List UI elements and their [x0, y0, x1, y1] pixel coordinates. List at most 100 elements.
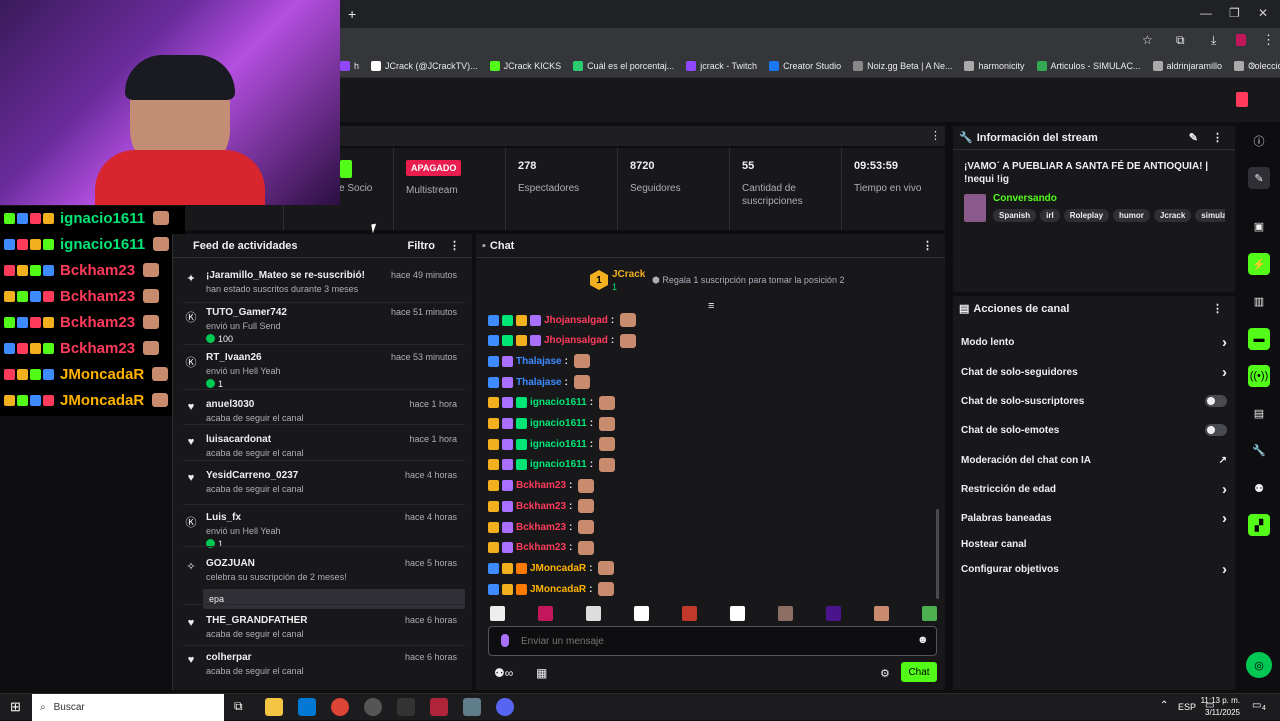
- filter-button[interactable]: Filtro: [408, 240, 436, 252]
- twitch-logo-icon[interactable]: [1236, 92, 1248, 107]
- stream-tag[interactable]: humor: [1113, 209, 1150, 222]
- clock[interactable]: 11:13 p. m. 3/11/2025: [1200, 695, 1240, 719]
- close-icon[interactable]: ✕: [1258, 6, 1268, 20]
- tray-chevron-icon[interactable]: ⌃: [1160, 700, 1168, 711]
- bookmark-item[interactable]: jcrack - Twitch: [686, 60, 757, 71]
- chat-message[interactable]: Jhojansalgad:: [488, 332, 637, 350]
- emote-quick-icon[interactable]: [922, 606, 937, 621]
- language-indicator[interactable]: ESP: [1178, 702, 1196, 712]
- chat-message[interactable]: Thalajase:: [488, 352, 590, 370]
- restore-icon[interactable]: ❐: [1229, 6, 1240, 20]
- activity-username[interactable]: GOZJUAN: [206, 558, 255, 569]
- activity-feed-item[interactable]: Ⓚ RT_Ivaan26 hace 53 minutos envió un Hell …: [185, 352, 467, 389]
- emote-quick-icon[interactable]: [538, 606, 553, 621]
- activity-username[interactable]: Luis_fx: [206, 512, 241, 523]
- chat-username[interactable]: Bckham23: [516, 501, 566, 512]
- download-icon[interactable]: ⤓: [1211, 33, 1216, 48]
- activity-username[interactable]: luisacardonat: [206, 434, 271, 445]
- store-icon[interactable]: ▦: [536, 666, 547, 680]
- gift-prompt[interactable]: ⬢ Regala 1 suscripción para tomar la pos…: [652, 275, 844, 286]
- file-explorer-icon[interactable]: [265, 698, 283, 716]
- app-icon-2[interactable]: [430, 698, 448, 716]
- bookmark-star-icon[interactable]: ☆: [1142, 33, 1153, 47]
- channel-action-item[interactable]: Chat de solo-suscriptores: [961, 391, 1227, 411]
- activity-username[interactable]: RT_Ivaan26: [206, 352, 262, 363]
- discord-icon[interactable]: [496, 698, 514, 716]
- chat-username[interactable]: ignacio1611: [530, 439, 587, 450]
- chat-username[interactable]: ignacio1611: [530, 397, 587, 408]
- chat-username[interactable]: ignacio1611: [530, 418, 587, 429]
- activity-feed-item[interactable]: Ⓚ TUTO_Gamer742 hace 51 minutos envió un Fu…: [185, 307, 467, 344]
- toggle-switch[interactable]: [1205, 424, 1227, 436]
- edit-icon[interactable]: ✎: [1189, 131, 1198, 144]
- chat-username[interactable]: Bckham23: [516, 522, 566, 533]
- chat-message[interactable]: ignacio1611:: [488, 435, 616, 453]
- chat-input[interactable]: [521, 632, 901, 650]
- activity-username[interactable]: anuel3030: [206, 399, 254, 410]
- chat-username[interactable]: Thalajase: [516, 356, 562, 367]
- channel-action-item[interactable]: Modo lento ›: [961, 332, 1227, 352]
- top-gifter-name[interactable]: JCrack: [612, 269, 645, 280]
- layout-icon[interactable]: ▤: [1248, 402, 1270, 424]
- activity-feed-item[interactable]: Ⓚ Luis_fx hace 4 horas envió un Hell Yeah 1: [185, 512, 467, 549]
- bookmark-item[interactable]: Cuál es el porcentaj...: [573, 60, 674, 71]
- stream-tag[interactable]: Spanish: [993, 209, 1037, 222]
- activity-feed-item[interactable]: ♥ THE_GRANDFATHER hace 6 horas acaba de seg…: [185, 615, 467, 645]
- more-bookmarks-icon[interactable]: »: [1250, 60, 1256, 71]
- windows-start-icon[interactable]: ⊞: [10, 699, 21, 715]
- app-icon-1[interactable]: [397, 698, 415, 716]
- info-menu-icon[interactable]: ⋮: [1212, 131, 1223, 144]
- chat-message[interactable]: ignacio1611:: [488, 415, 616, 433]
- chat-username[interactable]: JMoncadaR: [530, 563, 586, 574]
- minimize-icon[interactable]: —: [1200, 6, 1212, 20]
- chat-username[interactable]: Bckham23: [516, 480, 566, 491]
- emote-quick-icon[interactable]: [586, 606, 601, 621]
- chat-rail-icon[interactable]: ▬: [1248, 328, 1270, 350]
- channel-action-item[interactable]: Restricción de edad ›: [961, 479, 1227, 499]
- emote-quick-icon[interactable]: [634, 606, 649, 621]
- chat-message[interactable]: ignacio1611:: [488, 394, 616, 412]
- emoji-icon[interactable]: ☻: [917, 634, 929, 646]
- bookmark-item[interactable]: Creator Studio: [769, 60, 841, 71]
- bookmark-item[interactable]: JCrack (@JCrackTV)...: [371, 60, 478, 71]
- toggle-switch[interactable]: [1205, 395, 1227, 407]
- activity-username[interactable]: colherpar: [206, 652, 252, 663]
- outlook-icon[interactable]: [298, 698, 316, 716]
- stats-menu-icon[interactable]: ⋮: [930, 129, 941, 142]
- stream-category[interactable]: Conversando: [993, 193, 1057, 204]
- activity-feed-item[interactable]: ✧ GOZJUAN hace 5 horas celebra su suscripci…: [185, 558, 467, 609]
- actions-menu-icon[interactable]: ⋮: [1212, 302, 1223, 315]
- chat-message[interactable]: Bckham23:: [488, 518, 595, 536]
- task-view-icon[interactable]: ⧉: [234, 699, 243, 714]
- emote-quick-icon[interactable]: [826, 606, 841, 621]
- edit-rail-icon[interactable]: ✎: [1248, 167, 1270, 189]
- camera-icon[interactable]: ▣: [1248, 215, 1270, 237]
- channel-action-item[interactable]: Chat de solo-emotes: [961, 420, 1227, 440]
- emote-quick-icon[interactable]: [778, 606, 793, 621]
- channel-action-item[interactable]: Hostear canal: [961, 534, 1227, 554]
- chat-username[interactable]: ignacio1611: [530, 459, 587, 470]
- notification-icon[interactable]: ▭: [1252, 700, 1261, 711]
- chat-pinned-toggle-icon[interactable]: ≡: [708, 300, 714, 312]
- kicks-icon[interactable]: ⚉∞: [494, 666, 513, 680]
- activity-username[interactable]: ¡Jaramillo_Mateo se re-suscribió!: [206, 270, 365, 281]
- feed-menu-icon[interactable]: ⋮: [449, 239, 460, 252]
- chat-message[interactable]: JMoncadaR:: [488, 559, 615, 577]
- chat-input-box[interactable]: ☻: [488, 626, 937, 656]
- activity-username[interactable]: TUTO_Gamer742: [206, 307, 287, 318]
- chat-message[interactable]: Jhojansalgad:: [488, 311, 637, 329]
- chat-menu-icon[interactable]: ⋮: [922, 239, 933, 252]
- new-tab-icon[interactable]: +: [348, 6, 356, 22]
- chat-username[interactable]: Thalajase: [516, 377, 562, 388]
- activity-feed-item[interactable]: ♥ colherpar hace 6 horas acaba de seguir el…: [185, 652, 467, 682]
- activity-feed-item[interactable]: ♥ YesidCarreno_0237 hace 4 horas acaba de s…: [185, 470, 467, 500]
- stream-tag[interactable]: Jcrack: [1153, 209, 1192, 222]
- emote-quick-icon[interactable]: [730, 606, 745, 621]
- chat-message[interactable]: Thalajase:: [488, 373, 590, 391]
- channel-action-item[interactable]: Moderación del chat con IA ↗: [961, 450, 1227, 470]
- extensions-icon[interactable]: ⧉: [1176, 33, 1185, 48]
- extension-icon[interactable]: [1236, 34, 1246, 46]
- chat-username[interactable]: Jhojansalgad: [544, 315, 608, 326]
- bookmark-item[interactable]: Colección de M_blei...: [1234, 60, 1280, 71]
- activity-username[interactable]: YesidCarreno_0237: [206, 470, 298, 481]
